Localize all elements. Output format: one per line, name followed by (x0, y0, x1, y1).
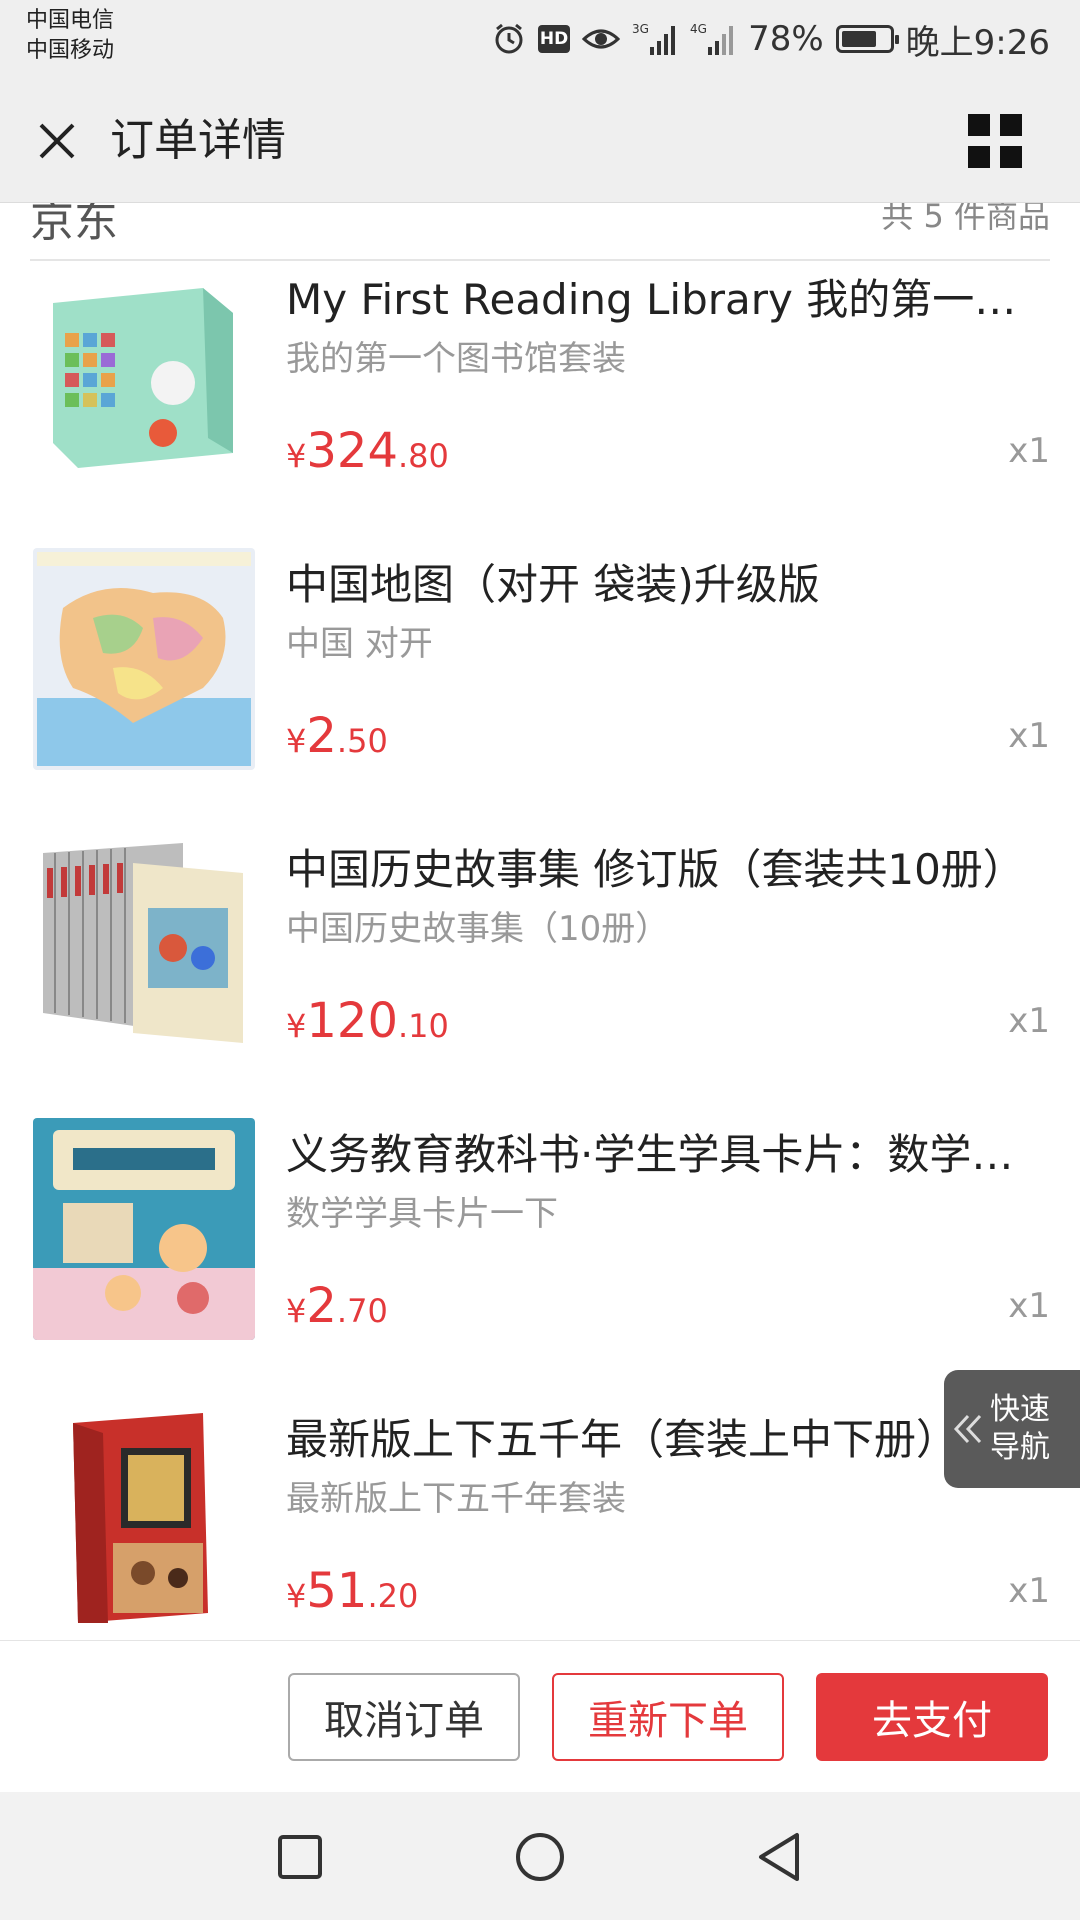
order-item[interactable]: 中国地图（对开 袋装)升级版 中国 对开 ¥2.50 x1 (30, 548, 1050, 833)
action-bar: 取消订单 重新下单 去支付 (0, 1640, 1080, 1793)
product-image[interactable] (33, 1403, 255, 1625)
shop-row[interactable]: 京东 共 5 件商品 (30, 203, 1050, 261)
signal-4g-icon: 4G (690, 21, 736, 57)
grid-menu-icon[interactable] (960, 106, 1030, 176)
close-icon[interactable] (26, 110, 88, 172)
product-quantity: x1 (1008, 1286, 1050, 1326)
quick-nav-line2: 导航 (990, 1430, 1050, 1465)
product-quantity: x1 (1008, 1001, 1050, 1041)
product-quantity: x1 (1008, 431, 1050, 471)
quick-nav-line1: 快速 (990, 1392, 1050, 1427)
quick-nav-button[interactable]: 快速 导航 (944, 1370, 1080, 1488)
hd-icon: HD (538, 25, 571, 53)
header-bar: 订单详情 (0, 80, 1080, 203)
order-content: 京东 共 5 件商品 My First Reading Library 我的第一… (0, 203, 1080, 1640)
product-name: 义务教育教科书·学生学具卡片：数学一年级下册 (286, 1130, 1050, 1179)
page-title: 订单详情 (110, 115, 286, 166)
product-price: ¥120.10 (286, 993, 449, 1049)
product-spec: 数学学具卡片一下 (286, 1194, 558, 1234)
order-item[interactable]: 最新版上下五千年（套装上中下册） 最新版上下五千年套装 ¥51.20 x1 (30, 1403, 1050, 1640)
signal-4g-label: 4G (690, 22, 707, 36)
product-price: ¥324.80 (286, 423, 449, 479)
product-name: 中国地图（对开 袋装)升级版 (286, 560, 820, 609)
eye-icon (582, 25, 621, 53)
alarm-icon (492, 22, 526, 56)
product-price: ¥2.70 (286, 1278, 388, 1334)
product-price: ¥51.20 (286, 1563, 419, 1619)
product-image[interactable] (33, 1118, 255, 1340)
cancel-order-button[interactable]: 取消订单 (288, 1673, 520, 1761)
battery-level (841, 31, 877, 47)
carrier-1: 中国电信 (26, 8, 115, 33)
carrier-2: 中国移动 (26, 38, 115, 63)
status-bar: 中国电信 中国移动 HD 3G 4G 78% 晚上9:26 (0, 0, 1080, 80)
pay-button[interactable]: 去支付 (816, 1673, 1048, 1761)
product-price: ¥2.50 (286, 708, 388, 764)
back-icon[interactable] (745, 1822, 815, 1892)
product-spec: 中国 对开 (286, 624, 433, 664)
product-image[interactable] (33, 548, 255, 770)
home-icon[interactable] (505, 1822, 575, 1892)
product-spec: 我的第一个图书馆套装 (286, 339, 626, 379)
quick-nav-label: 快速 导航 (990, 1391, 1060, 1467)
recent-apps-icon[interactable] (265, 1822, 335, 1892)
product-quantity: x1 (1008, 716, 1050, 756)
product-name: 最新版上下五千年（套装上中下册） (286, 1415, 959, 1464)
order-item[interactable]: My First Reading Library 我的第一个图书馆 我的第一个图… (30, 263, 1050, 548)
order-item[interactable]: 义务教育教科书·学生学具卡片：数学一年级下册 数学学具卡片一下 ¥2.70 x1 (30, 1118, 1050, 1403)
product-quantity: x1 (1008, 1571, 1050, 1611)
shop-item-count: 共 5 件商品 (881, 203, 1050, 235)
double-chevron-left-icon (944, 1412, 990, 1446)
signal-3g-icon: 3G (632, 21, 678, 57)
signal-3g-label: 3G (632, 22, 649, 36)
battery-percent: 78% (748, 19, 824, 59)
system-nav-bar (0, 1792, 1080, 1920)
order-item[interactable]: 中国历史故事集 修订版（套装共10册） 中国历史故事集（10册） ¥120.10… (30, 833, 1050, 1118)
product-image[interactable] (33, 263, 255, 485)
clock: 晚上9:26 (905, 22, 1050, 63)
shop-name: 京东 (30, 203, 118, 247)
product-spec: 中国历史故事集（10册） (286, 909, 670, 949)
status-icons: HD 3G 4G 78% 晚上9:26 (492, 14, 1050, 64)
battery-icon (835, 25, 899, 53)
product-name: My First Reading Library 我的第一个图书馆 (286, 275, 1050, 324)
product-spec: 最新版上下五千年套装 (286, 1479, 626, 1519)
product-image[interactable] (33, 833, 255, 1055)
reorder-button[interactable]: 重新下单 (552, 1673, 784, 1761)
product-name: 中国历史故事集 修订版（套装共10册） (286, 845, 1025, 894)
